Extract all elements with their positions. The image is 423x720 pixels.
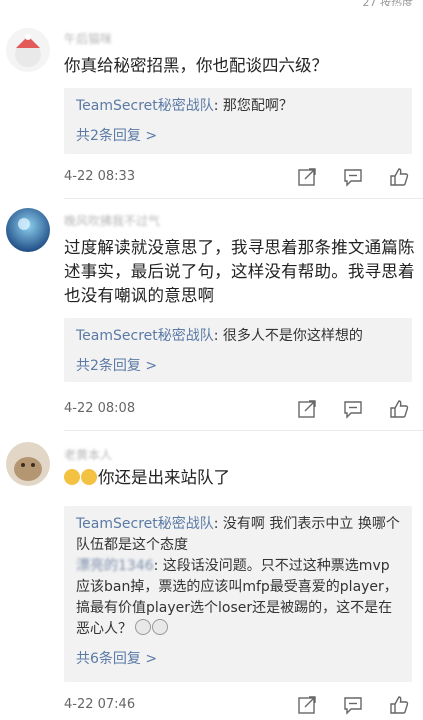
reply-username[interactable]: TeamSecret秘密战队: [76, 516, 214, 532]
comment-text-content: 你还是出来站队了: [98, 468, 230, 487]
reply-line: 漂亮的1346: 这段话没问题。只不过这种票选mvp应该ban掉，票选的应该叫m…: [76, 556, 400, 640]
reply-username[interactable]: TeamSecret秘密战队: [76, 98, 214, 114]
divider: [64, 198, 423, 199]
comment-actions: [296, 694, 410, 716]
username[interactable]: 晚风吹拂我不过气: [64, 212, 160, 229]
thumbs-up-icon[interactable]: [388, 166, 410, 188]
reply-text: : 那您配啊？: [213, 98, 293, 114]
more-replies-link[interactable]: 共2条回复 >: [76, 355, 400, 375]
comment-icon[interactable]: [342, 694, 364, 716]
skull-emoji-icon: [152, 619, 168, 635]
comment-actions: [296, 166, 410, 188]
top-sort-bar-partial[interactable]: 27 按热度: [363, 0, 414, 6]
sweat-emoji-icon: [64, 469, 80, 485]
thumbs-up-icon[interactable]: [388, 398, 410, 420]
comment-meta: 4-22 07:46: [64, 694, 414, 718]
thumbs-up-icon[interactable]: [388, 694, 410, 716]
reply-username[interactable]: 漂亮的1346: [76, 558, 154, 574]
comment-icon[interactable]: [342, 166, 364, 188]
reply-text: : 很多人不是你这样想的: [213, 328, 363, 344]
reply-line: TeamSecret秘密战队: 很多人不是你这样想的: [76, 326, 400, 347]
sweat-emoji-icon: [81, 469, 97, 485]
reply-box[interactable]: TeamSecret秘密战队: 很多人不是你这样想的 共2条回复 >: [64, 318, 412, 382]
more-replies-link[interactable]: 共2条回复 >: [76, 125, 400, 145]
avatar[interactable]: [6, 442, 50, 486]
more-replies-link[interactable]: 共6条回复 >: [76, 648, 400, 668]
avatar[interactable]: [6, 28, 50, 72]
share-icon[interactable]: [296, 166, 318, 188]
reply-username[interactable]: TeamSecret秘密战队: [76, 328, 214, 344]
share-icon[interactable]: [296, 694, 318, 716]
comment-actions: [296, 398, 410, 420]
comment-date: 4-22 08:33: [64, 169, 136, 184]
comment-text: 你真给秘密招黑，你也配谈四六级？: [64, 56, 328, 75]
comment-meta: 4-22 08:33: [64, 166, 414, 190]
comment-icon[interactable]: [342, 398, 364, 420]
skull-emoji-icon: [135, 619, 151, 635]
divider: [64, 430, 423, 431]
comment-meta: 4-22 08:08: [64, 398, 414, 422]
share-icon[interactable]: [296, 398, 318, 420]
comment-date: 4-22 07:46: [64, 697, 136, 712]
reply-line: TeamSecret秘密战队: 没有啊 我们表示中立 换哪个队伍都是这个态度: [76, 514, 400, 556]
reply-box[interactable]: TeamSecret秘密战队: 那您配啊？ 共2条回复 >: [64, 88, 412, 154]
reply-line: TeamSecret秘密战队: 那您配啊？: [76, 96, 400, 117]
comment-date: 4-22 08:08: [64, 401, 136, 416]
reply-box[interactable]: TeamSecret秘密战队: 没有啊 我们表示中立 换哪个队伍都是这个态度 漂…: [64, 506, 412, 682]
comment-text: 过度解读就没意思了，我寻思着那条推文通篇陈述事实，最后说了句，这样没有帮助。我寻…: [64, 238, 415, 305]
username[interactable]: 午后猫咪: [64, 30, 112, 47]
avatar[interactable]: [6, 208, 50, 252]
comment-text: 你还是出来站队了: [64, 466, 416, 490]
username[interactable]: 老黄本人: [64, 446, 112, 463]
